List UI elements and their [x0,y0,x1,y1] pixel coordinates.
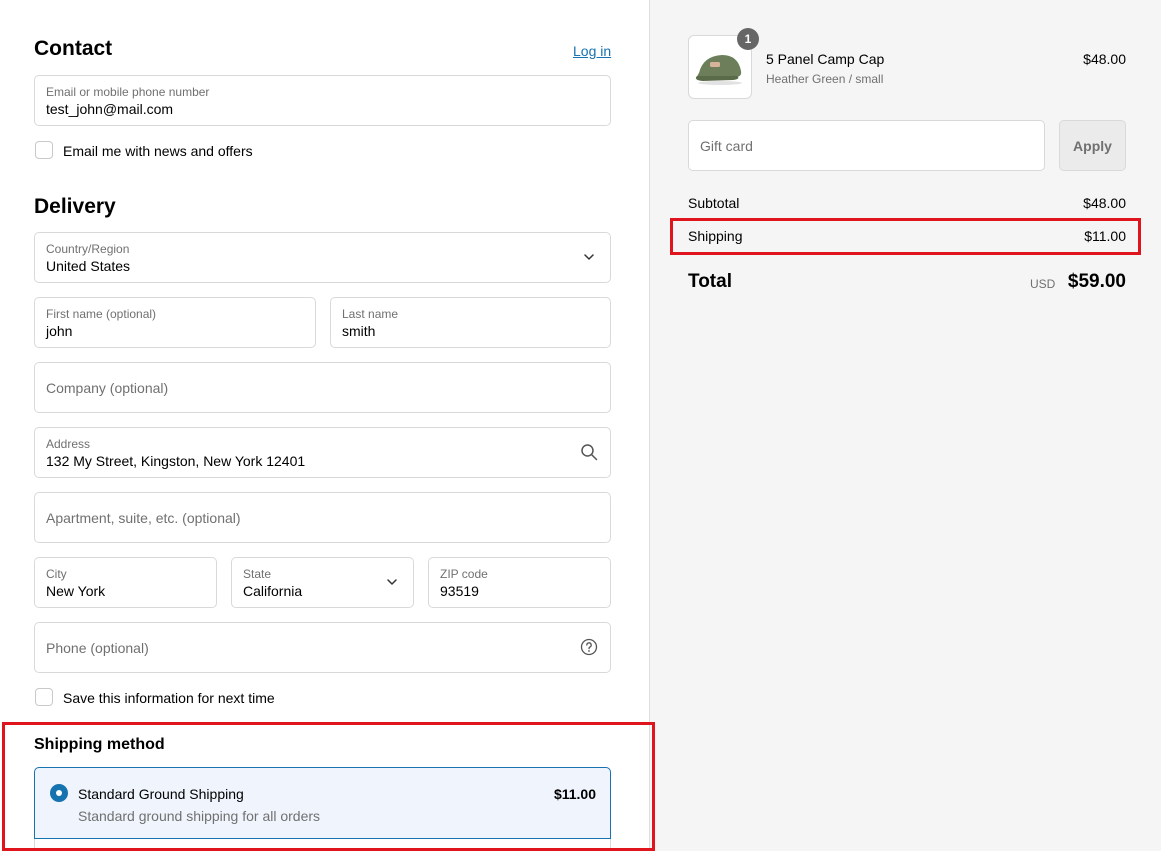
phone-placeholder: Phone (optional) [46,640,149,656]
search-icon [580,443,598,461]
country-value: United States [46,258,131,274]
gift-card-placeholder: Gift card [700,138,753,154]
subtotal-label: Subtotal [688,195,740,211]
total-value: $59.00 [1067,271,1126,292]
phone-field[interactable]: Phone (optional) [34,622,611,673]
newsletter-checkbox[interactable] [35,141,53,159]
country-label: Country/Region [46,242,130,256]
zip-field[interactable]: ZIP code 93519 [428,557,611,608]
product-variant: Heather Green / small [766,72,884,86]
help-icon[interactable] [580,638,598,656]
city-field[interactable]: City New York [34,557,217,608]
product-name: 5 Panel Camp Cap [766,51,885,67]
save-info-checkbox[interactable] [35,688,53,706]
first-name-field[interactable]: First name (optional) john [34,297,316,348]
country-select[interactable]: Country/Region United States [34,232,611,283]
chevron-down-icon [383,573,401,591]
email-label: Email or mobile phone number [46,85,210,99]
company-placeholder: Company (optional) [46,380,169,396]
company-field[interactable]: Company (optional) [34,362,611,413]
state-select[interactable]: State California [231,557,414,608]
highlight-box-shipping-method [2,722,655,851]
login-link[interactable]: Log in [573,43,611,59]
save-info-label: Save this information for next time [63,690,275,706]
last-name-value: smith [342,323,376,339]
apartment-field[interactable]: Apartment, suite, etc. (optional) [34,492,611,543]
apply-button[interactable]: Apply [1059,120,1126,171]
state-label: State [243,567,272,581]
contact-heading: Contact [34,37,113,60]
highlight-box-shipping-row [670,218,1141,255]
product-price: $48.00 [1083,51,1126,67]
address-field[interactable]: Address 132 My Street, Kingston, New Yor… [34,427,611,478]
address-value: 132 My Street, Kingston, New York 12401 [46,453,306,469]
zip-label: ZIP code [440,567,488,581]
chevron-down-icon [580,248,598,266]
city-value: New York [46,583,106,599]
subtotal-value: $48.00 [1083,195,1126,211]
gift-card-input[interactable]: Gift card [688,120,1045,171]
first-name-value: john [46,323,73,339]
address-label: Address [46,437,91,451]
email-field[interactable]: Email or mobile phone number test_john@m… [34,75,611,126]
total-label: Total [688,271,732,292]
email-value: test_john@mail.com [46,101,174,117]
quantity-badge: 1 [737,28,759,50]
last-name-label: Last name [342,307,399,321]
delivery-heading: Delivery [34,195,116,218]
zip-value: 93519 [440,583,479,599]
total-currency: USD [1030,277,1056,291]
apartment-placeholder: Apartment, suite, etc. (optional) [46,510,241,526]
first-name-label: First name (optional) [46,307,157,321]
last-name-field[interactable]: Last name smith [330,297,611,348]
state-value: California [243,583,303,599]
city-label: City [46,567,67,581]
newsletter-label: Email me with news and offers [63,143,253,159]
